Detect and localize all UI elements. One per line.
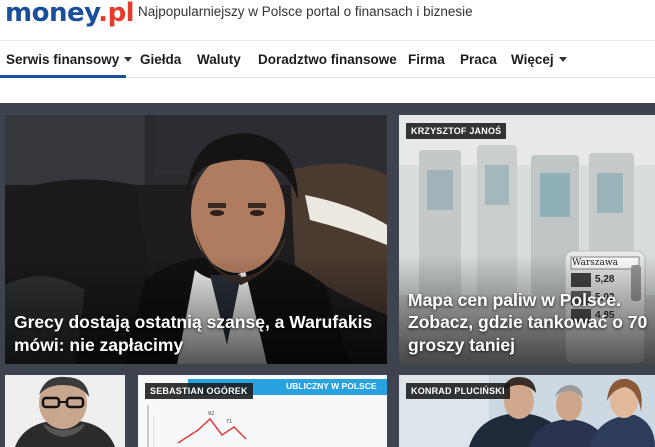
nav-item-praca[interactable]: Praca	[460, 52, 497, 67]
article-headline[interactable]: Mapa cen paliw w Polsce. Zobacz, gdzie t…	[408, 289, 653, 357]
nav-item-wiecej[interactable]: Więcej	[511, 52, 567, 67]
article-headline[interactable]: Grecy dostają ostatnią szansę, a Warufak…	[14, 311, 379, 356]
nav-item-doradztwo-finansowe[interactable]: Doradztwo finansowe	[258, 52, 397, 67]
active-tab-indicator	[0, 75, 126, 78]
fuel-sign-city: Warszawa	[572, 258, 618, 268]
author-tag: KRZYSZTOF JANOŚ	[406, 123, 507, 139]
featured-article-main[interactable]: Grecy dostają ostatnią szansę, a Warufak…	[5, 115, 387, 364]
article-thumbnail[interactable]: 92 71 UBLICZNY W POLSCE SEBASTIAN OGÓREK	[138, 375, 387, 447]
nav-item-waluty[interactable]: Waluty	[197, 52, 241, 67]
chevron-down-icon	[124, 57, 133, 62]
svg-text:92: 92	[208, 411, 214, 417]
nav-item-serwis-finansowy[interactable]: Serwis finansowy	[6, 52, 133, 67]
article-thumbnail[interactable]	[5, 375, 125, 447]
fuel-sign-price: 5,28	[595, 274, 615, 285]
chart-banner-title: UBLICZNY W POLSCE	[286, 381, 377, 391]
site-header: money.pl Najpopularniejszy w Polsce port…	[0, 0, 655, 34]
main-navigation: Serwis finansowy Giełda Waluty Doradztwo…	[0, 40, 655, 78]
nav-item-gielda[interactable]: Giełda	[140, 52, 181, 67]
author-tag: SEBASTIAN OGÓREK	[145, 383, 253, 399]
money-pl-logo[interactable]: money.pl	[5, 0, 135, 28]
featured-news-area: Grecy dostają ostatnią szansę, a Warufak…	[0, 103, 655, 447]
chevron-down-icon	[558, 57, 567, 62]
portrait-photo	[5, 375, 125, 447]
nav-item-firma[interactable]: Firma	[408, 52, 445, 67]
author-tag: KONRAD PLUCIŃSKI	[406, 383, 510, 399]
site-tagline: Najpopularniejszy w Polsce portal o fina…	[138, 4, 473, 19]
article-thumbnail[interactable]: KONRAD PLUCIŃSKI	[399, 375, 655, 447]
featured-article-right[interactable]: Warszawa 5,28 5,02 4,85 KRZYSZTOF JANOŚ …	[399, 115, 655, 364]
svg-text:71: 71	[226, 419, 232, 425]
